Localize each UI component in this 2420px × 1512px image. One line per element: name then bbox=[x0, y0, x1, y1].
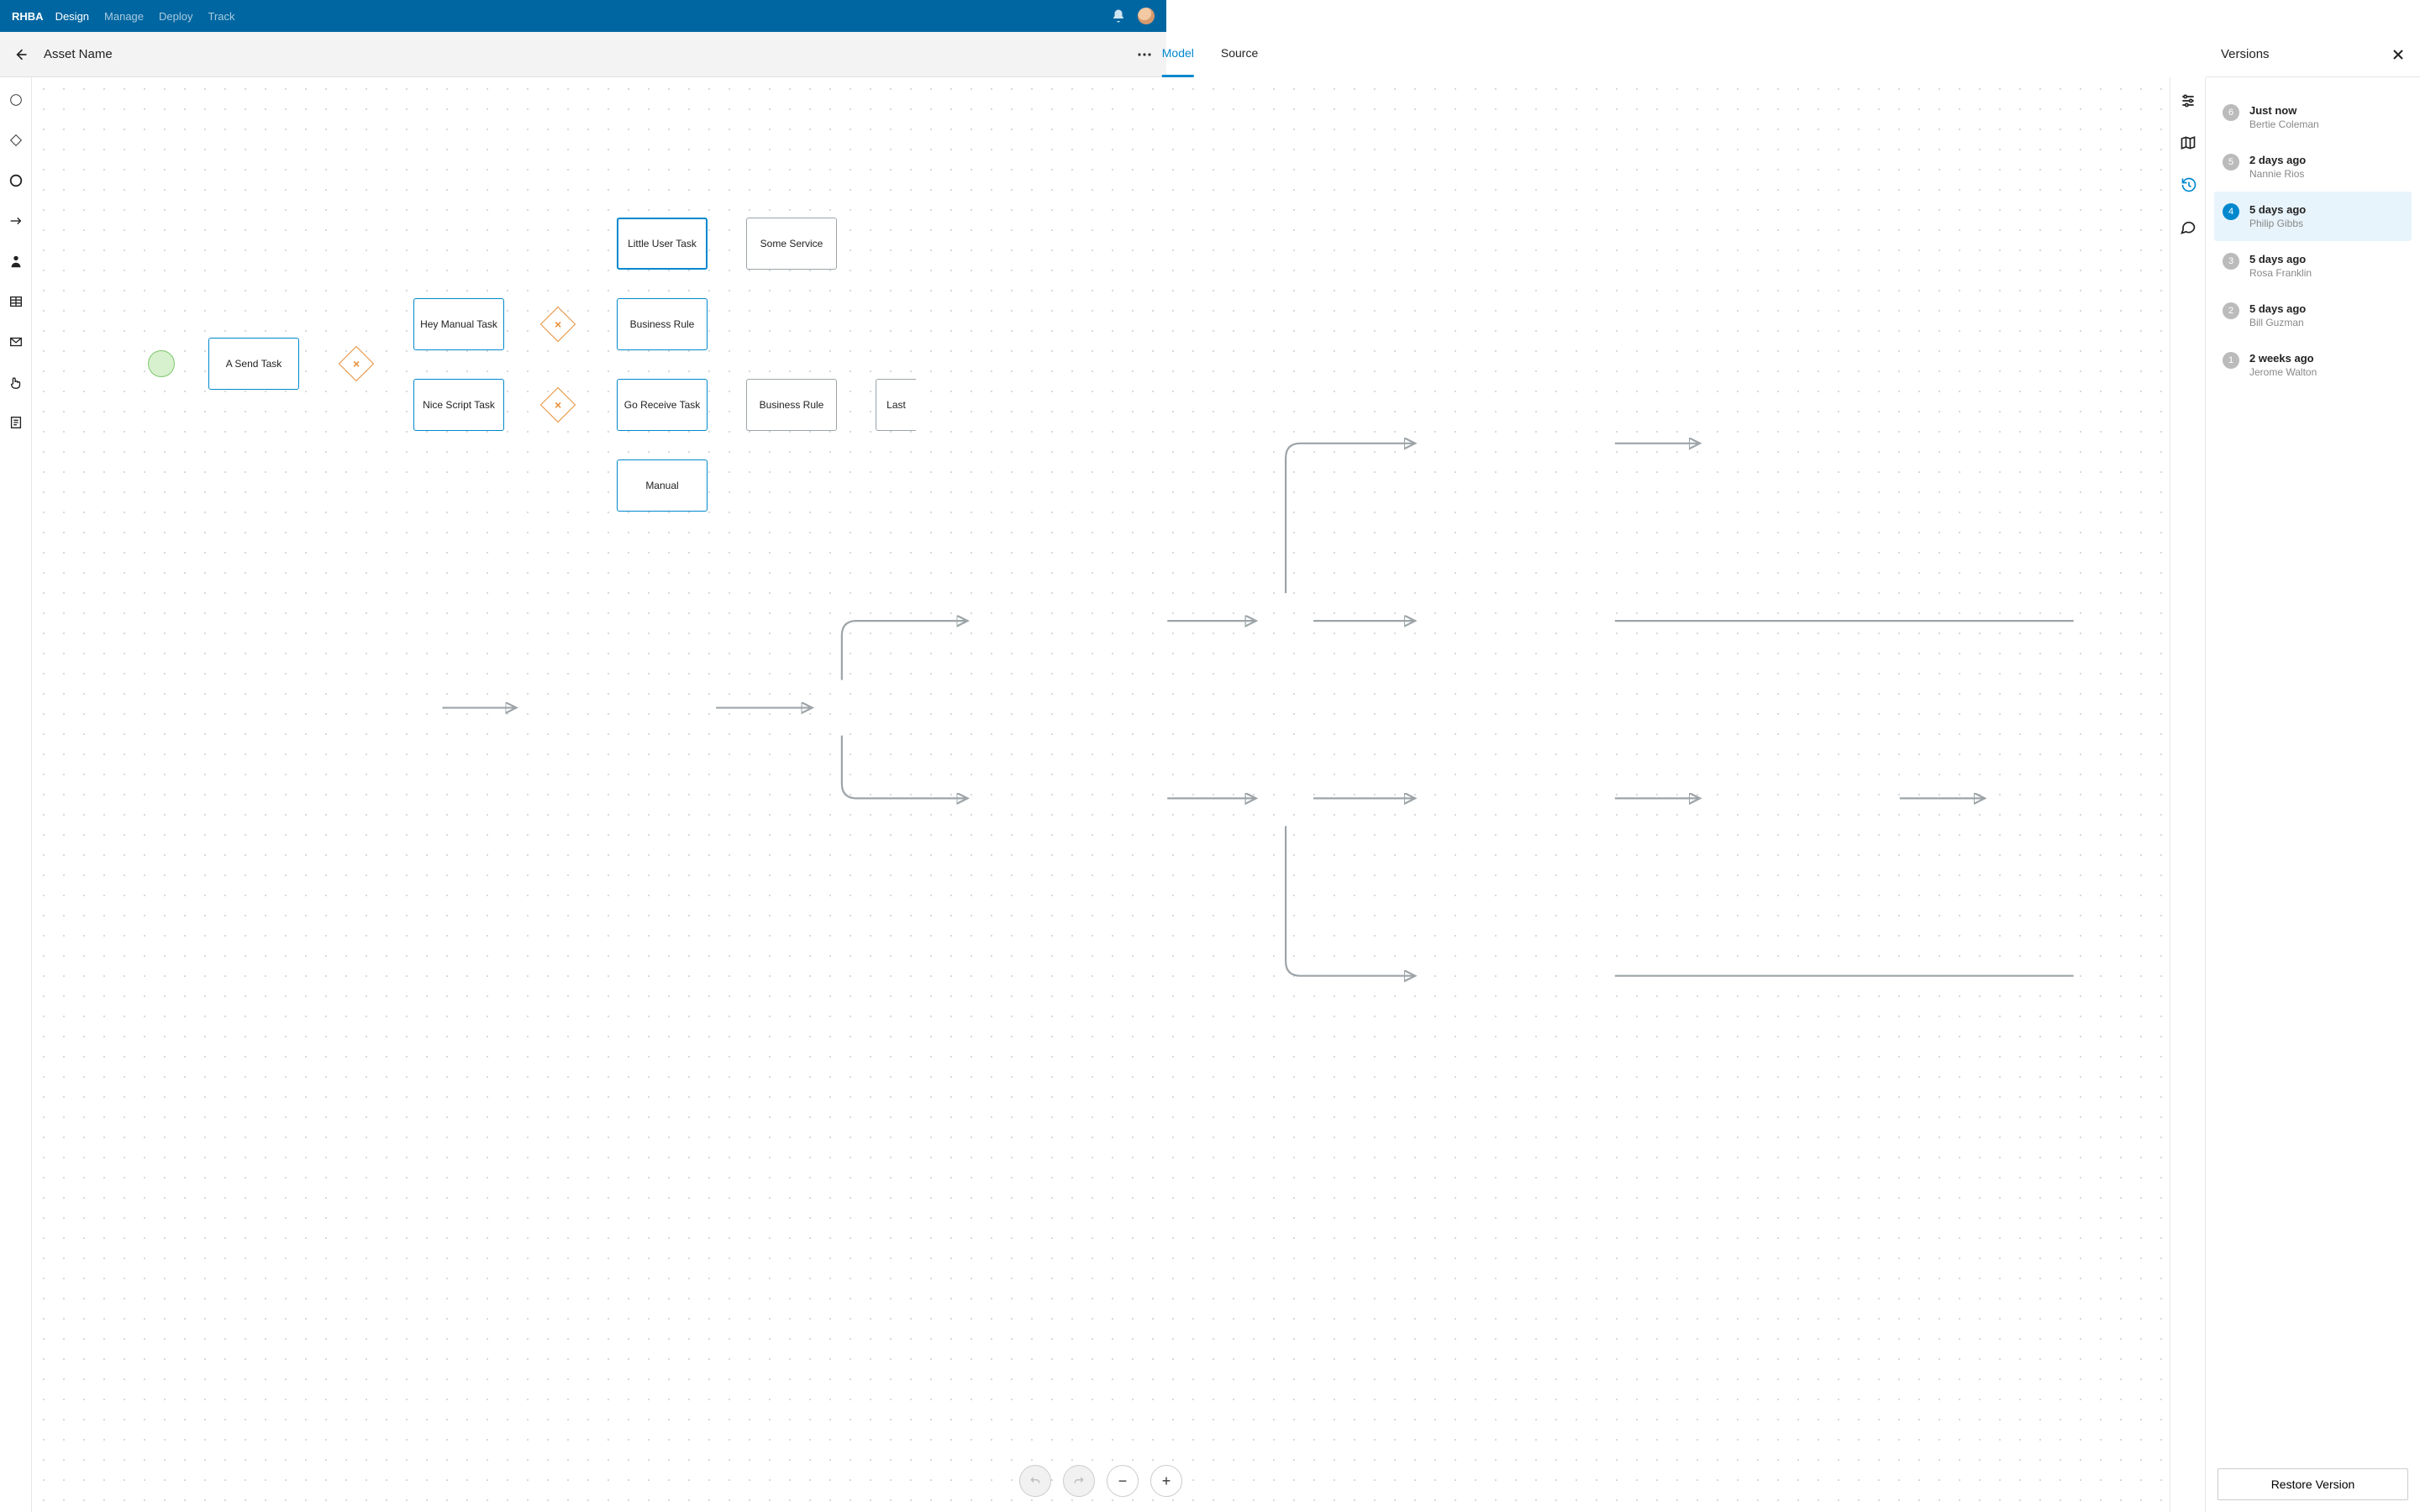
versions-title: Versions bbox=[2221, 47, 2391, 61]
top-nav: RHBA Design Manage Deploy Track bbox=[0, 0, 1166, 32]
redo-button[interactable] bbox=[1063, 1465, 1095, 1497]
view-tabs: Model Source bbox=[1149, 32, 1272, 77]
user-task-tool-icon[interactable] bbox=[8, 254, 24, 269]
task-node-receive[interactable]: Go Receive Task bbox=[617, 379, 708, 431]
task-node-script[interactable]: Nice Script Task bbox=[413, 379, 504, 431]
version-item[interactable]: 2 5 days ago Bill Guzman bbox=[2214, 291, 2412, 340]
sliders-icon[interactable] bbox=[2180, 92, 2196, 109]
version-time: 2 days ago bbox=[2249, 154, 2306, 166]
zoom-out-button[interactable]: − bbox=[1107, 1465, 1139, 1497]
close-icon[interactable] bbox=[2391, 48, 2405, 61]
version-user: Philip Gibbs bbox=[2249, 218, 2306, 229]
version-user: Bertie Coleman bbox=[2249, 118, 2319, 130]
version-user: Rosa Franklin bbox=[2249, 267, 2312, 279]
end-event-tool-icon[interactable] bbox=[8, 173, 24, 188]
map-icon[interactable] bbox=[2180, 134, 2196, 151]
nav-design[interactable]: Design bbox=[55, 10, 89, 23]
task-node-business-rule-1[interactable]: Business Rule bbox=[617, 298, 708, 350]
gateway-node-2[interactable]: × bbox=[540, 307, 576, 342]
version-item[interactable]: 4 5 days ago Philip Gibbs bbox=[2214, 192, 2412, 241]
start-event-node[interactable] bbox=[148, 350, 175, 377]
message-tool-icon[interactable] bbox=[8, 334, 24, 349]
task-node-manual[interactable]: Hey Manual Task bbox=[413, 298, 504, 350]
comment-icon[interactable] bbox=[2180, 218, 2196, 235]
form-tool-icon[interactable] bbox=[8, 415, 24, 430]
version-time: 5 days ago bbox=[2249, 253, 2312, 265]
task-node-manual-2[interactable]: Manual bbox=[617, 459, 708, 512]
right-rail bbox=[2170, 77, 2205, 1512]
zoom-controls: − + bbox=[1019, 1465, 1182, 1497]
tab-source[interactable]: Source bbox=[1221, 32, 1258, 77]
undo-button[interactable] bbox=[1019, 1465, 1051, 1497]
left-palette bbox=[0, 77, 32, 1512]
manual-task-tool-icon[interactable] bbox=[8, 375, 24, 390]
version-time: 5 days ago bbox=[2249, 302, 2306, 315]
connector-tool-icon[interactable] bbox=[8, 213, 24, 228]
version-item[interactable]: 6 Just nowBertie Coleman bbox=[2214, 92, 2412, 142]
version-badge: 6 bbox=[2223, 104, 2239, 121]
nav-manage[interactable]: Manage bbox=[104, 10, 144, 23]
nav-deploy[interactable]: Deploy bbox=[159, 10, 192, 23]
notifications-icon[interactable] bbox=[1111, 8, 1126, 24]
gateway-tool-icon[interactable] bbox=[8, 133, 24, 148]
history-icon[interactable] bbox=[2181, 176, 2197, 193]
version-badge: 4 bbox=[2223, 203, 2239, 220]
version-time: 2 weeks ago bbox=[2249, 352, 2317, 365]
version-badge: 3 bbox=[2223, 253, 2239, 270]
table-tool-icon[interactable] bbox=[8, 294, 24, 309]
version-badge: 1 bbox=[2223, 352, 2239, 369]
versions-header: Versions bbox=[2206, 32, 2420, 77]
brand-logo: RHBA bbox=[12, 10, 44, 23]
version-item[interactable]: 5 2 days ago Nannie Rios bbox=[2214, 142, 2412, 192]
version-badge: 2 bbox=[2223, 302, 2239, 319]
task-node-last[interactable]: Last bbox=[876, 379, 916, 431]
task-node-send[interactable]: A Send Task bbox=[208, 338, 299, 390]
diagram-canvas[interactable]: A Send Task × Hey Manual Task Nice Scrip… bbox=[32, 77, 2170, 1512]
gateway-node-1[interactable]: × bbox=[339, 346, 374, 381]
version-user: Bill Guzman bbox=[2249, 317, 2306, 328]
task-node-user[interactable]: Little User Task bbox=[617, 218, 708, 270]
nav-track[interactable]: Track bbox=[208, 10, 234, 23]
restore-version-button[interactable]: Restore Version bbox=[2217, 1468, 2408, 1500]
version-badge: 5 bbox=[2223, 154, 2239, 171]
version-item[interactable]: 1 2 weeks agoJerome Walton bbox=[2214, 340, 2412, 390]
task-node-service[interactable]: Some Service bbox=[746, 218, 837, 270]
version-user: Jerome Walton bbox=[2249, 366, 2317, 378]
version-time: Just now bbox=[2249, 104, 2319, 117]
start-event-tool-icon[interactable] bbox=[8, 92, 24, 108]
asset-name: Asset Name bbox=[44, 47, 113, 61]
versions-panel: Versions 6 Just nowBertie Coleman 5 2 da… bbox=[2205, 77, 2420, 1512]
tab-model[interactable]: Model bbox=[1162, 32, 1194, 77]
user-avatar[interactable] bbox=[1138, 8, 1155, 24]
version-time: 5 days ago bbox=[2249, 203, 2306, 216]
version-user: Nannie Rios bbox=[2249, 168, 2306, 180]
gateway-node-3[interactable]: × bbox=[540, 387, 576, 423]
back-arrow-icon[interactable] bbox=[12, 46, 29, 63]
version-item[interactable]: 3 5 days ago Rosa Franklin bbox=[2214, 241, 2412, 291]
sub-header: Asset Name Model Source bbox=[0, 32, 1166, 77]
task-node-business-rule-2[interactable]: Business Rule bbox=[746, 379, 837, 431]
zoom-in-button[interactable]: + bbox=[1150, 1465, 1182, 1497]
versions-list: 6 Just nowBertie Coleman 5 2 days ago Nan… bbox=[2206, 77, 2420, 1457]
